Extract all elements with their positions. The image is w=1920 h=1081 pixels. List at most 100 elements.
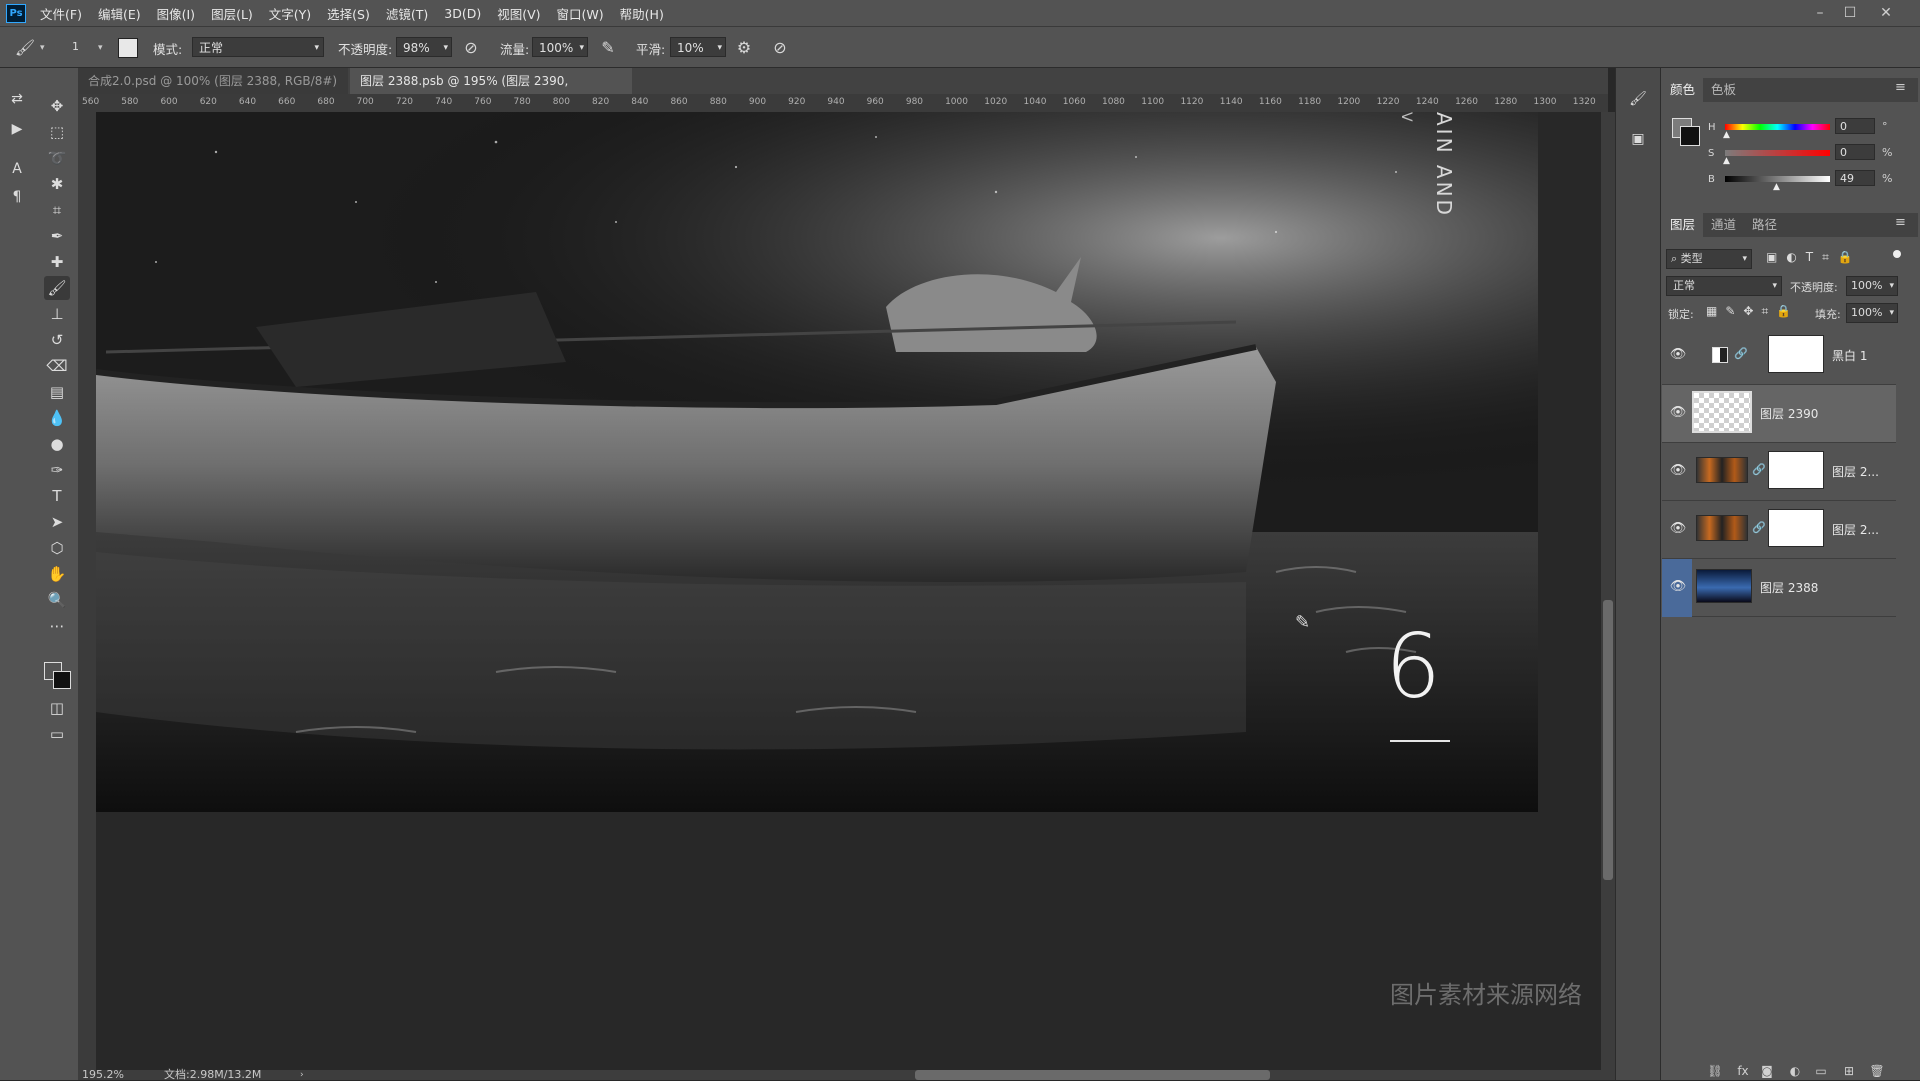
quick-mask-icon[interactable]: ◫ (44, 696, 70, 720)
hue-slider[interactable] (1725, 124, 1830, 130)
path-select-tool-icon[interactable]: ➤ (44, 510, 70, 534)
hue-slider-handle[interactable]: ▲ (1723, 130, 1730, 140)
layer-row-2390[interactable]: 👁 图层 2390 (1662, 385, 1896, 443)
add-mask-icon[interactable]: ◙ (1758, 1062, 1776, 1080)
brightness-input[interactable]: 49 (1835, 170, 1875, 186)
menu-3d[interactable]: 3D(D) (444, 6, 481, 21)
menu-window[interactable]: 窗口(W) (557, 4, 604, 23)
menu-filter[interactable]: 滤镜(T) (386, 4, 428, 23)
layer-row-2388[interactable]: 👁 图层 2388 (1662, 559, 1896, 617)
layer-filter-select[interactable]: ⌕ 类型 ▾ (1666, 249, 1752, 269)
vertical-scrollbar-thumb[interactable] (1603, 600, 1613, 880)
brush-settings-icon[interactable]: 🖌 (1627, 88, 1649, 110)
shape-tool-icon[interactable]: ⬡ (44, 536, 70, 560)
adjustment-layer-icon[interactable]: ◐ (1786, 1062, 1804, 1080)
filter-toggle-icon[interactable] (1893, 250, 1901, 258)
tab-paths[interactable]: 路径 (1744, 213, 1785, 237)
tab-swatches[interactable]: 色板 (1703, 78, 1744, 102)
saturation-input[interactable]: 0 (1835, 144, 1875, 160)
chevron-down-icon[interactable]: ▾ (40, 43, 45, 53)
link-icon[interactable]: 🔗 (1752, 521, 1766, 534)
status-expand-icon[interactable]: › (300, 1070, 304, 1080)
layer-name[interactable]: 黑白 1 (1832, 347, 1867, 364)
layer-row-2-a[interactable]: 👁 🔗 图层 2... (1662, 443, 1896, 501)
document-tab-layer-2388[interactable]: 图层 2388.psb @ 195% (图层 2390, RGB/8#) *× (350, 68, 632, 114)
layer-name[interactable]: 图层 2390 (1760, 405, 1818, 422)
menu-type[interactable]: 文字(Y) (269, 4, 311, 23)
layer-thumbnail[interactable] (1696, 457, 1748, 483)
layer-thumbnail[interactable] (1696, 569, 1752, 603)
maximize-button[interactable]: ☐ (1840, 3, 1860, 23)
properties-icon[interactable]: ▣ (1627, 128, 1649, 150)
trash-icon[interactable]: 🗑 (1868, 1062, 1886, 1080)
menu-file[interactable]: 文件(F) (40, 4, 82, 23)
layer-thumbnail[interactable] (1692, 391, 1752, 433)
layer-mask-thumbnail[interactable] (1768, 335, 1824, 373)
gradient-tool-icon[interactable]: ▤ (44, 380, 70, 404)
brush-picker-chevron-icon[interactable]: ▾ (98, 43, 103, 53)
link-layers-icon[interactable]: ⛓ (1706, 1062, 1724, 1080)
smoothing-input[interactable]: 10% ▾ (670, 37, 726, 57)
layer-opacity-input[interactable]: 100% ▾ (1846, 276, 1898, 296)
folder-icon[interactable]: ▭ (1812, 1062, 1830, 1080)
panel-menu-icon[interactable]: ≡ (1895, 80, 1906, 95)
airbrush-icon[interactable]: ✎ (597, 37, 619, 59)
flow-input[interactable]: 100% ▾ (532, 37, 588, 57)
hue-input[interactable]: 0 (1835, 118, 1875, 134)
type-tool-icon[interactable]: T (44, 484, 70, 508)
link-icon[interactable]: 🔗 (1734, 347, 1748, 360)
pressure-size-icon[interactable]: ⊘ (769, 37, 791, 59)
pressure-opacity-icon[interactable]: ⊘ (460, 37, 482, 59)
history-icon[interactable]: ⇄ (6, 88, 28, 110)
menu-image[interactable]: 图像(I) (157, 4, 195, 23)
hand-tool-icon[interactable]: ✋ (44, 562, 70, 586)
character-panel-icon[interactable]: A (6, 158, 28, 180)
visibility-eye-icon[interactable]: 👁 (1668, 405, 1688, 420)
new-layer-icon[interactable]: ⊞ (1840, 1062, 1858, 1080)
more-tools-icon[interactable]: ⋯ (44, 614, 70, 638)
marquee-tool-icon[interactable]: ⬚ (44, 120, 70, 144)
color-background-swatch[interactable] (1680, 126, 1700, 146)
document-tab-composite[interactable]: 合成2.0.psd @ 100% (图层 2388, RGB/8#) *× (78, 68, 348, 114)
link-icon[interactable]: 🔗 (1752, 463, 1766, 476)
visibility-eye-icon[interactable]: 👁 (1668, 521, 1688, 536)
zoom-level[interactable]: 195.2% (82, 1069, 124, 1080)
tab-color[interactable]: 颜色 (1662, 78, 1704, 102)
document-image[interactable] (96, 112, 1538, 812)
screen-mode-icon[interactable]: ▭ (44, 722, 70, 746)
minimize-button[interactable]: – (1810, 3, 1830, 23)
lock-options-icons[interactable]: ▦✎✥⌗🔒 (1706, 304, 1799, 319)
eraser-tool-icon[interactable]: ⌫ (44, 354, 70, 378)
blur-tool-icon[interactable]: 💧 (44, 406, 70, 430)
layer-mask-thumbnail[interactable] (1768, 509, 1824, 547)
layer-name[interactable]: 图层 2... (1832, 463, 1879, 480)
pen-tool-icon[interactable]: ✑ (44, 458, 70, 482)
visibility-eye-icon[interactable]: 👁 (1668, 463, 1688, 478)
opacity-input[interactable]: 98% ▾ (396, 37, 452, 57)
visibility-eye-icon[interactable]: 👁 (1668, 347, 1688, 362)
menu-select[interactable]: 选择(S) (327, 4, 370, 23)
paragraph-panel-icon[interactable]: ¶ (6, 186, 28, 208)
layer-name[interactable]: 图层 2... (1832, 521, 1879, 538)
fill-input[interactable]: 100% ▾ (1846, 303, 1898, 323)
horizontal-scrollbar-thumb[interactable] (915, 1070, 1270, 1080)
layer-thumbnail[interactable] (1696, 515, 1748, 541)
layer-row-2-b[interactable]: 👁 🔗 图层 2... (1662, 501, 1896, 559)
menu-view[interactable]: 视图(V) (497, 4, 540, 23)
saturation-slider[interactable] (1725, 150, 1830, 156)
brush-size-value[interactable]: 1 (72, 40, 79, 53)
move-tool-icon[interactable]: ✥ (44, 94, 70, 118)
tab-layers[interactable]: 图层 (1662, 213, 1704, 237)
layer-name[interactable]: 图层 2388 (1760, 579, 1818, 596)
layer-mask-thumbnail[interactable] (1768, 451, 1824, 489)
blend-mode-select[interactable]: 正常 ▾ (1666, 276, 1782, 296)
mode-select[interactable]: 正常 ▾ (192, 37, 324, 57)
dodge-tool-icon[interactable]: ● (44, 432, 70, 456)
lasso-tool-icon[interactable]: ➰ (44, 146, 70, 170)
vertical-scrollbar[interactable] (1601, 112, 1615, 1070)
eyedropper-tool-icon[interactable]: ✒ (44, 224, 70, 248)
layers-panel-menu-icon[interactable]: ≡ (1895, 215, 1906, 230)
crop-tool-icon[interactable]: ⌗ (44, 198, 70, 222)
layer-row-bw-adjustment[interactable]: 👁 🔗 黑白 1 (1662, 327, 1896, 385)
brush-tool-icon[interactable]: 🖌 (44, 276, 70, 300)
